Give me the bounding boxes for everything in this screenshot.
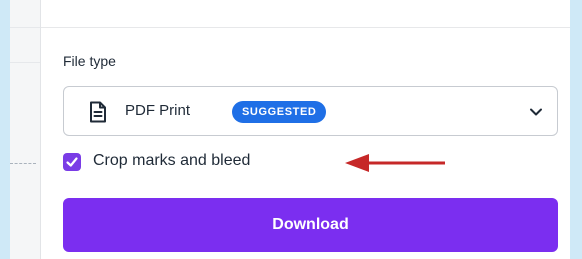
download-button[interactable]: Download [63,198,558,252]
file-type-label: File type [63,53,116,69]
crop-marks-checkbox[interactable] [63,153,81,171]
canvas-edge [10,0,41,259]
canvas-divider [10,62,40,63]
document-icon [90,101,106,123]
chevron-down-icon[interactable] [529,106,543,118]
suggested-badge: SUGGESTED [232,101,327,123]
outer-background-right [570,0,582,259]
canvas-divider [10,27,40,28]
canvas-guide-line [10,163,36,164]
download-panel: File type PDF Print SUGGESTED Crop marks… [41,0,570,259]
panel-header [41,0,570,28]
crop-marks-label[interactable]: Crop marks and bleed [93,152,250,170]
red-arrow-annotation [345,154,445,172]
file-type-value: PDF Print [125,102,191,119]
checkmark-icon [66,157,78,167]
file-type-select[interactable]: PDF Print SUGGESTED [63,86,558,136]
